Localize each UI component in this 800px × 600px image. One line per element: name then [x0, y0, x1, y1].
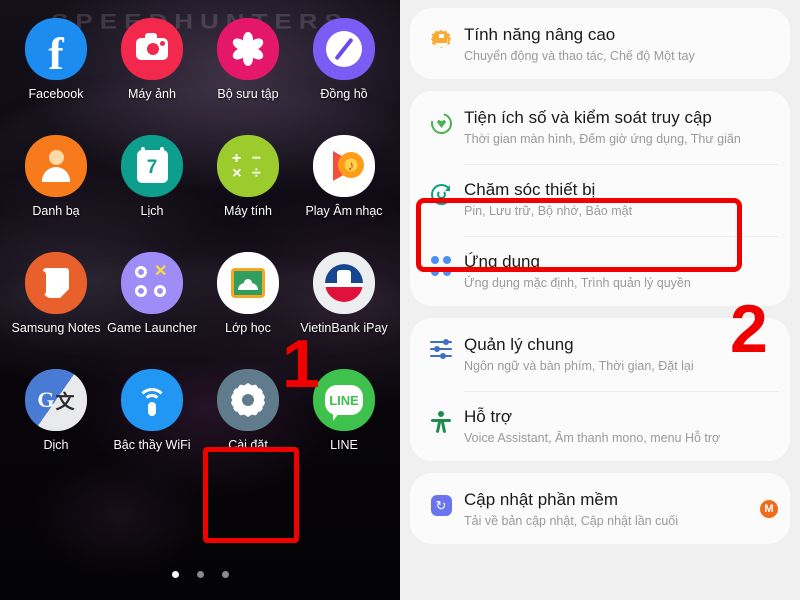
settings-item-subtitle: Pin, Lưu trữ, Bộ nhớ, Bảo mật: [464, 204, 633, 218]
vietinbank-ipay-icon: [313, 252, 375, 314]
app-clock[interactable]: Đồng hồ: [296, 18, 392, 135]
settings-item-subtitle: Chuyển động và thao tác, Chế độ Một tay: [464, 49, 695, 63]
settings-item-subtitle: Voice Assistant, Âm thanh mono, menu Hỗ …: [464, 431, 721, 445]
calendar-icon: 7: [121, 135, 183, 197]
step-marker-1: 1: [282, 326, 320, 402]
settings-item-title: Hỗ trợ: [464, 407, 512, 426]
app-label: Máy tính: [224, 204, 272, 218]
general-management-sliders-icon: [418, 331, 464, 361]
app-facebook[interactable]: f Facebook: [8, 18, 104, 135]
apps-grid-icon: [418, 247, 464, 276]
settings-top-spacer: [410, 0, 790, 8]
screenshot-root: SPEEDHUNTERS f Facebook Máy ảnh Bộ sưu t…: [0, 0, 800, 600]
app-label: Game Launcher: [107, 321, 197, 335]
settings-group: Tiện ích số và kiểm soát truy cập Thời g…: [410, 91, 790, 306]
device-care-icon: [418, 175, 464, 205]
app-label: Bậc thầy WiFi: [113, 438, 191, 452]
settings-item-device-care[interactable]: Chăm sóc thiết bị Pin, Lưu trữ, Bộ nhớ, …: [410, 162, 790, 234]
settings-group: ↻ Cập nhật phần mềm Tải về bản cập nhật,…: [410, 473, 790, 544]
settings-item-title: Chăm sóc thiết bị: [464, 180, 596, 199]
line-logo-text: LINE: [325, 385, 363, 421]
settings-screen: Tính năng nâng cao Chuyển động và thao t…: [400, 0, 800, 600]
google-classroom-icon: [217, 252, 279, 314]
digital-wellbeing-icon: [418, 104, 464, 138]
page-dot[interactable]: [196, 571, 204, 578]
app-grid: f Facebook Máy ảnh Bộ sưu tập Đồng hồ Da…: [0, 0, 400, 486]
app-label: Dịch: [43, 438, 69, 452]
app-label: Facebook: [28, 87, 84, 101]
phone-home-screen: SPEEDHUNTERS f Facebook Máy ảnh Bộ sưu t…: [0, 0, 400, 600]
app-samsung-notes[interactable]: Samsung Notes: [8, 252, 104, 369]
gallery-icon: [217, 18, 279, 80]
line-icon: LINE: [313, 369, 375, 431]
app-google-translate[interactable]: G文 Dịch: [8, 369, 104, 486]
software-update-icon: ↻: [418, 486, 464, 516]
app-label: Máy ảnh: [128, 87, 176, 101]
calendar-day: 7: [146, 156, 158, 178]
page-indicator[interactable]: [0, 571, 400, 578]
app-label: Samsung Notes: [11, 321, 101, 335]
settings-item-advanced-features[interactable]: Tính năng nâng cao Chuyển động và thao t…: [410, 8, 790, 79]
camera-icon: [121, 18, 183, 80]
app-label: Cài đặt: [228, 438, 268, 452]
app-wifi-master[interactable]: Bậc thầy WiFi: [104, 369, 200, 486]
settings-item-subtitle: Ứng dụng mặc định, Trình quản lý quyền: [464, 276, 691, 290]
app-label: Đồng hồ: [320, 87, 368, 101]
app-label: Lịch: [140, 204, 164, 218]
samsung-notes-icon: [25, 252, 87, 314]
settings-item-title: Cập nhật phần mềm: [464, 490, 619, 509]
app-label: LINE: [330, 438, 358, 452]
app-label: Danh bạ: [32, 204, 80, 218]
translate-letter: G: [37, 387, 55, 412]
settings-group: Tính năng nâng cao Chuyển động và thao t…: [410, 8, 790, 79]
app-label: Play Âm nhạc: [305, 204, 383, 218]
google-translate-icon: G文: [25, 369, 87, 431]
app-calendar[interactable]: 7 Lịch: [104, 135, 200, 252]
facebook-icon: f: [25, 18, 87, 80]
contacts-icon: [25, 135, 87, 197]
app-calculator[interactable]: + − × ÷ Máy tính: [200, 135, 296, 252]
settings-item-title: Tiện ích số và kiểm soát truy cập: [464, 108, 712, 127]
settings-item-accessibility[interactable]: Hỗ trợ Voice Assistant, Âm thanh mono, m…: [410, 389, 790, 461]
accessibility-icon: [418, 402, 464, 434]
settings-item-title: Tính năng nâng cao: [464, 25, 616, 44]
app-contacts[interactable]: Danh bạ: [8, 135, 104, 252]
status-badge: M: [760, 499, 778, 518]
play-music-icon: ♪: [313, 135, 375, 197]
app-game-launcher[interactable]: ✕ Game Launcher: [104, 252, 200, 369]
app-play-music[interactable]: ♪ Play Âm nhạc: [296, 135, 392, 252]
settings-item-digital-wellbeing[interactable]: Tiện ích số và kiểm soát truy cập Thời g…: [410, 91, 790, 162]
app-label: Lớp học: [225, 321, 271, 335]
settings-item-software-update[interactable]: ↻ Cập nhật phần mềm Tải về bản cập nhật,…: [410, 473, 790, 544]
advanced-features-gear-icon: [418, 21, 464, 50]
settings-item-subtitle: Tải về bản cập nhật, Cập nhật lần cuối: [464, 514, 679, 528]
page-dot-active[interactable]: [171, 571, 179, 578]
app-camera[interactable]: Máy ảnh: [104, 18, 200, 135]
wifi-master-icon: [121, 369, 183, 431]
step-marker-2: 2: [730, 291, 768, 367]
game-launcher-icon: ✕: [121, 252, 183, 314]
app-label: Bộ sưu tập: [217, 87, 279, 101]
settings-item-subtitle: Thời gian màn hình, Đếm giờ ứng dụng, Th…: [464, 132, 741, 146]
page-dot[interactable]: [221, 571, 229, 578]
app-gallery[interactable]: Bộ sưu tập: [200, 18, 296, 135]
clock-icon: [313, 18, 375, 80]
settings-gear-icon: [217, 369, 279, 431]
calculator-icon: + − × ÷: [217, 135, 279, 197]
settings-item-title: Ứng dụng: [464, 252, 540, 271]
